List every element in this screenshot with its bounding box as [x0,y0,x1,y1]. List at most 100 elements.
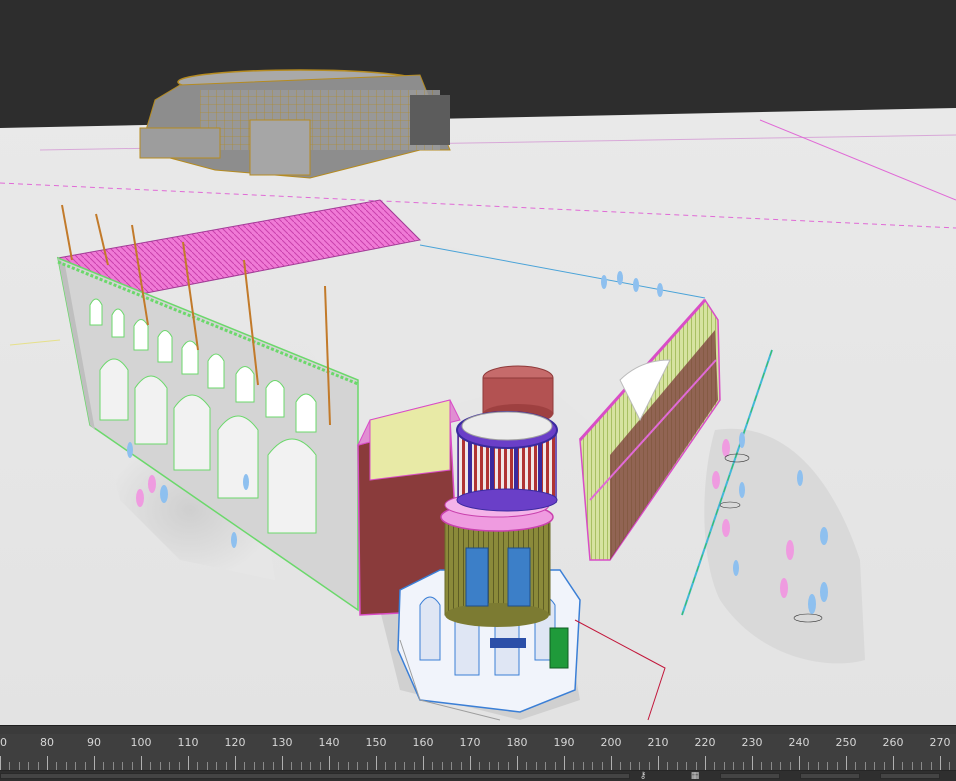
timeline-tick [488,762,490,770]
timeline-tick [319,762,321,770]
timeline-tick [761,762,763,770]
timeline-tick [535,762,537,770]
timeline-tick [817,762,819,770]
timeline-tick [893,756,894,770]
timeline-tick [235,756,236,770]
timeline-tick [347,762,349,770]
timeline-tick-label: 150 [365,736,387,749]
app-window: 70 80 90 100 110 120 130 140 150 160 170 180 190 200 2… [0,0,956,781]
timeline-tick [357,762,359,770]
track-segment [0,773,630,779]
track-segment [880,773,940,779]
timeline-tick [282,756,283,770]
timeline-tick [112,762,114,770]
timeline-tick [705,756,706,770]
timeline-tick-label: 180 [506,736,528,749]
timeline-tick [141,756,142,770]
timeline-tick [385,762,387,770]
timeline-tick [451,762,453,770]
timeline-tick [338,762,340,770]
timeline-tick [902,762,904,770]
timeline-tick [169,762,171,770]
timeline-tick [404,762,406,770]
timeline-ruler[interactable]: 70 80 90 100 110 120 130 140 150 160 170 180 190 200 2… [0,734,956,770]
timeline-tick-label: 170 [459,736,481,749]
timeline-tick [75,762,77,770]
timeline-tick-label: 130 [271,736,293,749]
timeline-tick [789,762,791,770]
entrance-sign [490,638,526,648]
timeline-tick [197,762,199,770]
timeline-tick [94,756,95,770]
timeline-tick [272,762,274,770]
timeline-tick-label: 250 [835,736,857,749]
timeline-tick [460,762,462,770]
timeline-tick [56,762,58,770]
timeline-tick [310,762,312,770]
timeline-tick [949,762,951,770]
timeline-tick [131,762,133,770]
timeline-tick [216,762,218,770]
timeline-tick [0,756,1,770]
timeline-tick-label: 110 [177,736,199,749]
timeline-tick-label: 90 [87,736,101,749]
timeline-tick [846,756,847,770]
timeline-tick [921,762,923,770]
green-door[interactable] [549,627,569,669]
timeline-tick [498,762,500,770]
timeline-tick [150,762,152,770]
timeline-tick [84,762,86,770]
timeline-tick [648,762,650,770]
timeline-tick [686,762,688,770]
timeline-tick [545,762,547,770]
timeline-tick [808,762,810,770]
timeline-tick-label: 260 [882,736,904,749]
timeline-tick [103,762,105,770]
timeline-tick [188,756,189,770]
timeline-tick-label: 270 [929,736,951,749]
timeline-tick [394,762,396,770]
timeline-tick [592,762,594,770]
timeline-tick-label: 210 [647,736,669,749]
timeline-tick [65,762,67,770]
timeline-tick [206,762,208,770]
timeline-tick [780,762,782,770]
3d-viewport[interactable] [0,0,956,725]
timeline-tick [366,762,368,770]
timeline-tick-label: 80 [40,736,54,749]
timeline-tick [864,762,866,770]
timeline-tick [582,762,584,770]
timeline-tick [723,762,725,770]
timeline-tick [601,762,603,770]
timeline-tick [470,756,471,770]
timeline-tick [620,762,622,770]
timeline-tick [37,762,39,770]
timeline-panel[interactable]: 70 80 90 100 110 120 130 140 150 160 170 180 190 200 2… [0,725,956,781]
timeline-tick [827,762,829,770]
timeline-tick-label: 200 [600,736,622,749]
timeline-tick [122,762,124,770]
timeline-tick [507,762,509,770]
timeline-tick [225,762,227,770]
timeline-tick [554,762,556,770]
timeline-tick [291,762,293,770]
timeline-tick [695,762,697,770]
grid-icon[interactable]: ▦ [690,771,700,781]
viewport-scene[interactable] [0,0,956,725]
timeline-tick [658,756,659,770]
timeline-tick [742,762,744,770]
timeline-tick-label: 70 [0,736,7,749]
timeline-tick [799,756,800,770]
timeline-tick [253,762,255,770]
timeline-tick [911,762,913,770]
timeline-tick [244,762,246,770]
timeline-tick [159,762,161,770]
timeline-tick [413,762,415,770]
timeline-tick [714,762,716,770]
timeline-track-bar[interactable]: ⚷ ▦ [0,770,956,781]
track-segment [720,773,780,779]
key-icon[interactable]: ⚷ [638,771,648,781]
timeline-tick [329,756,330,770]
timeline-tick [639,762,641,770]
timeline-tick [940,756,941,770]
